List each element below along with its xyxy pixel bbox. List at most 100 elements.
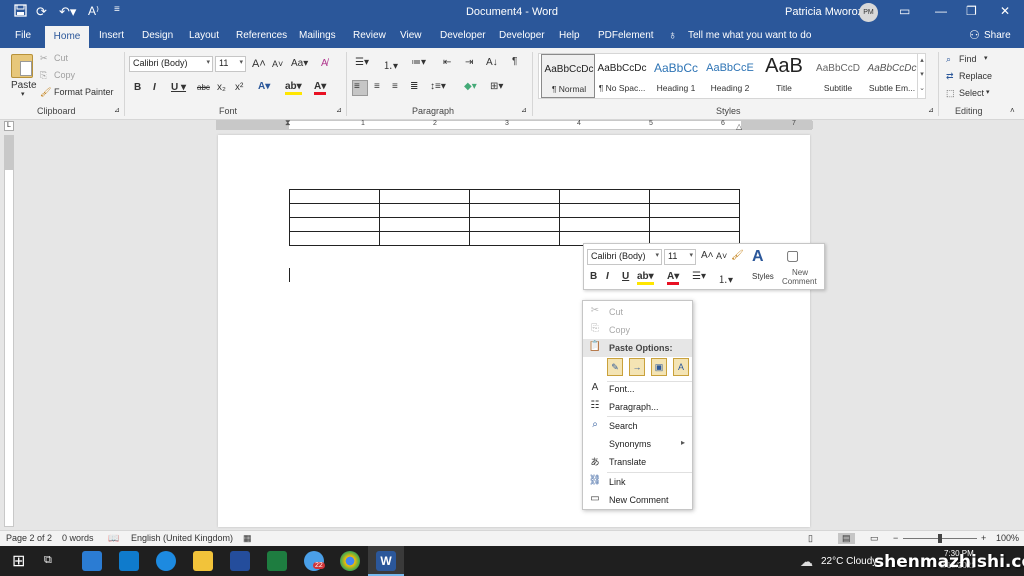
underline-icon[interactable]: U [622,271,629,282]
borders-icon[interactable]: ⊞▾ [490,81,503,92]
vertical-ruler[interactable] [4,135,14,527]
table-cell[interactable] [379,217,470,232]
menu-item-synonyms[interactable]: Synonyms ▸ [583,435,692,453]
table-cell[interactable] [379,203,470,218]
tab-references[interactable]: References [236,30,287,41]
italic-icon[interactable]: I [606,271,609,282]
tab-help[interactable]: Help [559,30,580,41]
find-button[interactable]: Find [959,54,977,64]
table-cell[interactable] [559,203,650,218]
menu-item-font[interactable]: A Font... [583,380,692,398]
style-heading-1[interactable]: AaBbCc Heading 1 [649,54,703,98]
document-table[interactable] [289,189,740,246]
font-color-icon[interactable]: A▾ [667,271,680,285]
style-heading-2[interactable]: AaBbCcE Heading 2 [703,54,757,98]
format-painter-button[interactable]: Format Painter [54,87,114,97]
shading-icon[interactable]: ◆▾ [464,81,477,92]
table-cell[interactable] [289,217,380,232]
table-cell[interactable] [289,231,380,246]
menu-item-link[interactable]: ⛓ Link [583,473,692,491]
grow-font-icon[interactable]: A˄ [701,250,714,261]
table-cell[interactable] [289,203,380,218]
zoom-level[interactable]: 100% [996,533,1019,543]
increase-indent-icon[interactable]: ⇥ [465,57,473,68]
font-launcher-icon[interactable]: ⊿ [336,106,342,114]
format-painter-icon[interactable]: 🖌 [731,250,744,261]
app-icon[interactable] [230,551,250,571]
bold-icon[interactable]: B [134,82,141,93]
edge-icon[interactable] [156,551,176,571]
tell-me-search[interactable]: Tell me what you want to do [688,30,811,41]
shrink-font-icon[interactable]: A˅ [272,59,283,69]
zoom-out-icon[interactable]: − [893,533,898,543]
styles-icon[interactable]: A [752,248,764,266]
zoom-slider-thumb[interactable] [938,534,942,543]
underline-icon[interactable]: U ▾ [171,82,186,93]
mail-icon[interactable] [119,551,139,571]
tab-selector[interactable]: L [4,121,14,131]
mini-font-size-combo[interactable]: 11 ▾ [664,249,696,265]
tab-mailings[interactable]: Mailings [299,30,336,41]
table-cell[interactable] [469,189,560,204]
ribbon-display-icon[interactable]: ▭ [899,4,910,18]
tab-design[interactable]: Design [142,30,173,41]
task-view-icon[interactable]: ⧉ [44,554,64,574]
tab-view[interactable]: View [400,30,422,41]
show-marks-icon[interactable]: ¶ [512,56,517,67]
numbering-icon[interactable]: ⒈▾ [383,57,398,72]
highlight-icon[interactable]: ab▾ [285,81,302,95]
text-effects-icon[interactable]: A▾ [258,81,270,92]
paste-picture-icon[interactable]: ▣ [651,358,667,376]
share-button[interactable]: Share [984,30,1011,41]
table-cell[interactable] [289,189,380,204]
mini-font-family-combo[interactable]: Calibri (Body) ▾ [587,249,662,265]
user-name[interactable]: Patricia Mworozi [785,6,866,18]
line-spacing-icon[interactable]: ↕≡▾ [430,81,446,92]
page-count[interactable]: Page 2 of 2 [6,533,52,543]
menu-item-copy[interactable]: ⎘ Copy [583,321,692,339]
print-layout-icon[interactable]: ▤ [838,533,855,544]
tab-review[interactable]: Review [353,30,386,41]
grow-font-icon[interactable]: A˄ [252,58,266,70]
new-comment-label-1[interactable]: New [792,268,808,277]
indent-marker-icon[interactable]: ⧗ [285,118,291,128]
table-cell[interactable] [649,203,740,218]
avatar[interactable]: PM [859,3,878,22]
tab-pdfelement[interactable]: PDFelement [598,30,654,41]
close-icon[interactable]: ✕ [1000,4,1010,18]
shrink-font-icon[interactable]: A˅ [716,251,727,261]
tab-file[interactable]: File [15,30,31,41]
numbering-icon[interactable]: ⒈▾ [718,271,733,286]
collapse-ribbon-icon[interactable]: ˄ [1010,106,1015,115]
tab-layout[interactable]: Layout [189,30,219,41]
document-page[interactable] [218,135,810,527]
menu-item-translate[interactable]: あ Translate [583,453,692,471]
chevron-down-icon[interactable]: ▾ [984,54,988,62]
chrome-icon[interactable] [340,551,360,571]
font-color-icon[interactable]: A▾ [314,81,327,95]
replace-button[interactable]: Replace [959,71,992,81]
tab-home[interactable]: Home [45,26,89,48]
minimize-icon[interactable]: — [935,4,947,18]
select-button[interactable]: Select [959,88,984,98]
clear-formatting-icon[interactable]: A̸ [321,58,328,69]
font-family-combo[interactable]: Calibri (Body) ▾ [129,56,213,72]
styles-scroll[interactable]: ▴ ▾ ⌄ [917,54,926,98]
tab-developer-2[interactable]: Developer [499,30,545,41]
tab-developer[interactable]: Developer [440,30,486,41]
change-case-icon[interactable]: Aa▾ [291,58,308,69]
zoom-in-icon[interactable]: + [981,533,986,543]
read-mode-icon[interactable]: ▯ [808,533,813,544]
paste-merge-icon[interactable]: → [629,358,645,376]
decrease-indent-icon[interactable]: ⇤ [443,57,451,68]
horizontal-ruler[interactable]: 1 2 3 4 5 6 7 ⧗ △ [216,118,813,131]
justify-icon[interactable]: ≣ [410,81,418,92]
menu-item-paragraph[interactable]: ☷ Paragraph... [583,398,692,416]
copy-button[interactable]: Copy [54,70,75,80]
right-indent-marker-icon[interactable]: △ [736,122,742,131]
bullets-icon[interactable]: ☰▾ [355,57,369,68]
restore-icon[interactable]: ❐ [966,4,977,18]
chevron-down-icon[interactable]: ▾ [986,88,990,96]
menu-item-search[interactable]: ⌕ Search [583,417,692,435]
subscript-icon[interactable]: x₂ [217,82,226,93]
